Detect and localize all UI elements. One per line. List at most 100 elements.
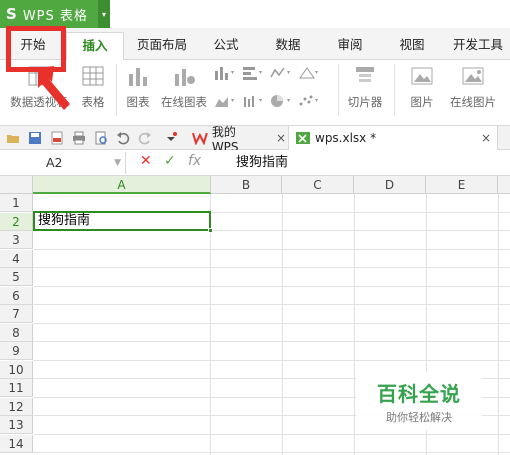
spreadsheet-file-icon [296, 132, 310, 144]
print-preview-icon[interactable] [94, 131, 108, 145]
row-header-9[interactable]: 9 [0, 342, 33, 360]
online-picture-label: 在线图片 [450, 95, 496, 109]
tab-data[interactable]: 数据 [262, 32, 314, 60]
gridline [33, 433, 510, 435]
online-picture-icon [462, 67, 484, 85]
wps-w-icon [192, 132, 208, 145]
tab-review[interactable]: 审阅 [324, 32, 376, 60]
insert-function-icon[interactable]: fx [188, 153, 201, 169]
app-name: WPS 表格 [22, 8, 88, 24]
online-chart-icon [175, 69, 195, 86]
slicer-button[interactable]: 切片器 [344, 64, 386, 110]
row-header-14[interactable]: 14 [0, 434, 33, 453]
chevron-down-icon[interactable]: ▾ [98, 0, 110, 28]
gridline [210, 194, 211, 455]
export-pdf-icon[interactable] [50, 131, 64, 145]
row-header-7[interactable]: 7 [0, 305, 33, 323]
tab-page-layout[interactable]: 页面布局 [130, 32, 194, 60]
print-icon[interactable] [72, 131, 86, 145]
slicer-icon [356, 67, 374, 82]
wps-logo-icon: S [6, 5, 17, 23]
scatter-chart-icon[interactable] [298, 94, 320, 108]
table-label: 表格 [81, 95, 105, 109]
doc-tab-title: wps.xlsx * [315, 131, 377, 145]
name-box[interactable]: A2 ▼ [0, 152, 126, 174]
row-header-4[interactable]: 4 [0, 249, 33, 268]
tab-view[interactable]: 视图 [386, 32, 438, 60]
online-picture-button[interactable]: 在线图片 [446, 64, 500, 110]
app-menu-button[interactable]: S WPS 表格 ▾ [0, 0, 110, 28]
area-chart-icon[interactable] [214, 94, 236, 108]
gridline [282, 194, 283, 455]
pie-chart-icon[interactable] [270, 94, 292, 108]
row-header-5[interactable]: 5 [0, 268, 33, 286]
ribbon-separator [394, 64, 395, 116]
bar-chart-horizontal-icon[interactable] [242, 66, 264, 80]
formula-bar: A2 ▼ ✕ ✓ fx 搜狗指南 [0, 150, 510, 176]
quick-access-toolbar: 我的WPS × wps.xlsx * × [0, 125, 510, 154]
confirm-icon[interactable]: ✓ [164, 153, 176, 169]
table-button[interactable]: 表格 [76, 64, 110, 110]
stock-chart-icon[interactable] [242, 94, 264, 108]
gridline [354, 194, 355, 455]
save-icon[interactable] [28, 131, 42, 145]
column-header-d[interactable]: D [354, 176, 426, 194]
row-header-3[interactable]: 3 [0, 231, 33, 249]
undo-icon[interactable] [116, 131, 130, 145]
close-icon[interactable]: × [481, 131, 491, 145]
watermark-title: 百科全说 [377, 382, 461, 406]
doc-tab-title: 我的WPS [211, 124, 239, 154]
gridline [33, 359, 510, 361]
customize-toolbar-icon[interactable] [164, 131, 178, 145]
pivot-table-label: 数据透视表 [10, 95, 68, 109]
chart-button[interactable]: 图表 [122, 64, 154, 110]
picture-button[interactable]: 图片 [402, 64, 442, 110]
row-header-1[interactable]: 1 [0, 194, 33, 212]
column-header-e[interactable]: E [426, 176, 498, 194]
redo-icon[interactable] [138, 131, 152, 145]
online-chart-button[interactable]: 在线图表 [158, 64, 210, 110]
gridline [33, 304, 510, 305]
gridline [33, 285, 510, 287]
picture-icon [411, 67, 433, 85]
active-cell-a2[interactable]: 搜狗指南 [33, 211, 211, 231]
gridline [33, 267, 510, 268]
slicer-label: 切片器 [347, 95, 383, 109]
ribbon-tabs: 开始 插入 页面布局 公式 数据 审阅 视图 开发工具 [0, 28, 510, 60]
online-chart-label: 在线图表 [161, 95, 207, 109]
row-header-11[interactable]: 11 [0, 379, 33, 397]
close-icon[interactable]: × [276, 131, 286, 145]
chevron-down-icon[interactable]: ▼ [114, 152, 121, 174]
formula-input[interactable]: 搜狗指南 [236, 152, 288, 174]
ribbon-separator [116, 64, 117, 116]
tab-formulas[interactable]: 公式 [200, 32, 252, 60]
fill-handle[interactable] [208, 228, 213, 233]
highlight-box [6, 26, 66, 72]
row-header-13[interactable]: 13 [0, 416, 33, 434]
doc-tab-my-wps[interactable]: 我的WPS × [186, 125, 286, 154]
bar-chart-icon [129, 68, 147, 86]
ribbon-separator [338, 64, 339, 116]
column-header-a[interactable]: A [33, 176, 211, 194]
row-header-12[interactable]: 12 [0, 397, 33, 416]
gridline [33, 341, 510, 342]
row-header-6[interactable]: 6 [0, 286, 33, 305]
select-all-corner[interactable] [0, 176, 33, 194]
watermark-subtitle: 助你轻松解决 [386, 411, 452, 424]
cancel-icon[interactable]: ✕ [140, 153, 152, 169]
column-header-b[interactable]: B [211, 176, 282, 194]
open-folder-icon[interactable] [6, 131, 20, 145]
tab-developer[interactable]: 开发工具 [446, 32, 510, 60]
column-chart-icon[interactable] [214, 66, 236, 80]
row-header-2[interactable]: 2 [0, 212, 33, 231]
other-chart-icon[interactable] [298, 66, 320, 80]
line-chart-icon[interactable] [270, 66, 292, 80]
tab-insert[interactable]: 插入 [66, 32, 124, 60]
column-header-c[interactable]: C [282, 176, 354, 194]
row-header-10[interactable]: 10 [0, 360, 33, 379]
column-header-f[interactable] [498, 176, 510, 194]
cell-reference: A2 [46, 155, 63, 170]
gridline [498, 194, 499, 455]
row-header-8[interactable]: 8 [0, 323, 33, 342]
doc-tab-wps-xlsx[interactable]: wps.xlsx * × [288, 126, 498, 150]
